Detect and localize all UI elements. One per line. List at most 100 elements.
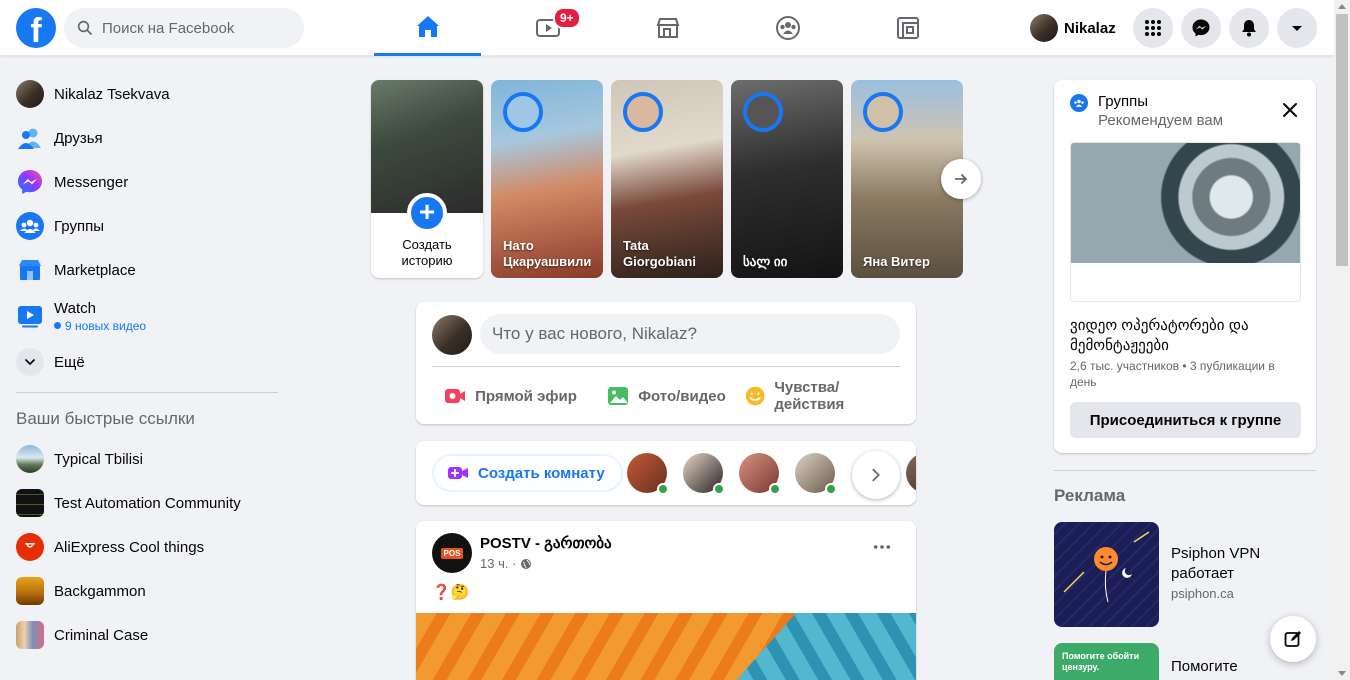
messenger-button[interactable]	[1181, 8, 1221, 48]
notifications-button[interactable]	[1229, 8, 1269, 48]
profile-chip[interactable]: Nikalaz	[1024, 8, 1122, 48]
shortcut-typical-tbilisi[interactable]: Typical Tbilisi	[8, 437, 288, 481]
group-cover-image[interactable]	[1070, 142, 1301, 302]
post-options-button[interactable]	[864, 537, 900, 557]
photo-icon	[608, 387, 629, 405]
feeling-activity-button[interactable]: Чувства/действия	[744, 376, 900, 416]
group-name[interactable]: ვიდეო ოპერატორები და მემონტაჟეები	[1070, 316, 1300, 356]
shortcut-label: AliExpress Cool things	[54, 538, 205, 556]
sidebar-item-friends[interactable]: Друзья	[8, 116, 288, 160]
sidebar-item-groups[interactable]: Группы	[8, 204, 288, 248]
close-icon[interactable]	[1280, 100, 1300, 120]
psiphon-art	[1063, 531, 1150, 603]
scroll-up-arrow[interactable]	[1338, 4, 1346, 9]
ad-domain: psiphon.ca	[1171, 586, 1234, 601]
story-card[interactable]: Нато Цкаруашвили	[491, 80, 603, 278]
sidebar-item-more[interactable]: Ещё	[8, 340, 288, 384]
online-status-dot	[825, 483, 837, 495]
tab-gaming[interactable]	[854, 0, 961, 56]
shortcut-image	[16, 489, 44, 517]
sidebar-item-watch[interactable]: Watch 9 новых видео	[8, 292, 288, 340]
avatar	[16, 80, 44, 108]
group-meta: 2,6 тыс. участников • 3 публикации в ден…	[1070, 359, 1275, 389]
watch-new-videos: 9 новых видео	[54, 319, 146, 333]
post-timestamp[interactable]: 13 ч. ·	[480, 556, 532, 571]
page-scrollbar[interactable]	[1334, 0, 1350, 680]
smiley-icon	[745, 386, 765, 406]
post-author[interactable]: POSTV - გართობა	[480, 534, 612, 552]
scrollbar-thumb[interactable]	[1336, 14, 1348, 266]
online-friend-avatar[interactable]	[683, 453, 725, 495]
search-icon	[77, 20, 92, 35]
sidebar-item-label: Ещё	[54, 353, 85, 371]
grid-menu-icon	[1145, 20, 1161, 36]
groups-icon	[775, 16, 800, 40]
create-story-label: Создать историю	[401, 237, 453, 268]
search-box[interactable]	[64, 8, 304, 48]
globe-icon	[521, 558, 532, 569]
watch-icon	[16, 302, 44, 330]
online-status-dot	[657, 483, 669, 495]
online-friend-avatar[interactable]	[795, 453, 837, 495]
sidebar-item-label: Watch	[54, 299, 96, 317]
sidebar-item-profile[interactable]: Nikalaz Tsekvava	[8, 72, 288, 116]
ad-title: Psiphon VPN работает	[1171, 545, 1261, 582]
composer-input[interactable]: Что у вас нового, Nikalaz?	[480, 314, 900, 354]
watch-new-videos-label: 9 новых видео	[65, 318, 147, 333]
ad-image-text: Помогите обойти цензуру.	[1062, 651, 1140, 672]
shortcut-criminal-case[interactable]: Criminal Case	[8, 613, 288, 657]
tab-groups[interactable]	[734, 0, 841, 56]
account-button[interactable]	[1277, 8, 1317, 48]
tab-home[interactable]	[374, 0, 481, 56]
ad-title: Помогите	[1171, 658, 1238, 675]
post-composer: Что у вас нового, Nikalaz? Прямой эфир Ф…	[416, 302, 916, 424]
rooms-bar: Создать комнату	[416, 441, 916, 505]
search-input[interactable]	[102, 19, 282, 37]
story-avatar	[863, 92, 903, 132]
story-card[interactable]: Tata Giorgobiani	[611, 80, 723, 278]
unread-dot	[54, 322, 61, 329]
shortcut-label: Typical Tbilisi	[54, 450, 143, 468]
live-video-button[interactable]: Прямой эфир	[432, 376, 588, 416]
shortcut-image	[16, 577, 44, 605]
create-room-button[interactable]: Создать комнату	[432, 454, 623, 492]
tab-watch[interactable]: 9+	[494, 0, 601, 56]
ad-item[interactable]: Psiphon VPN работает psiphon.ca	[1054, 522, 1316, 627]
post-image-blue-area	[716, 613, 916, 680]
scroll-down-arrow[interactable]	[1338, 671, 1346, 676]
tab-marketplace[interactable]	[614, 0, 721, 56]
messenger-icon	[1192, 19, 1210, 37]
sidebar-item-label: Marketplace	[54, 261, 136, 279]
bell-icon	[1242, 20, 1256, 37]
create-story-card[interactable]: + Создать историю	[371, 80, 483, 278]
online-status-dot	[713, 483, 725, 495]
sidebar-item-label: Группы	[54, 217, 104, 235]
shortcut-backgammon[interactable]: Backgammon	[8, 569, 288, 613]
menu-button[interactable]	[1133, 8, 1173, 48]
post-image[interactable]	[416, 613, 916, 680]
home-icon	[416, 15, 439, 37]
main-nav-tabs: 9+	[374, 0, 974, 56]
suggested-groups-card: Группы Рекомендуем вам ვიდეო ოპერატორები…	[1054, 80, 1316, 453]
facebook-logo[interactable]: f	[16, 8, 56, 48]
watch-badge: 9+	[553, 7, 581, 29]
shortcuts-title: Ваши быстрые ссылки	[16, 409, 195, 428]
sidebar-item-marketplace[interactable]: Marketplace	[8, 248, 288, 292]
shortcut-aliexpress[interactable]: AliExpress Cool things	[8, 525, 288, 569]
groups-card-title: Группы	[1098, 93, 1148, 110]
marketplace-icon	[16, 256, 44, 284]
page-logo[interactable]: POS	[432, 533, 472, 573]
stories-next-button[interactable]	[941, 159, 981, 199]
online-friend-avatar[interactable]	[906, 453, 916, 493]
story-card[interactable]: სალ იი	[731, 80, 843, 278]
online-friend-avatar[interactable]	[739, 453, 781, 495]
shortcut-test-automation[interactable]: Test Automation Community	[8, 481, 288, 525]
photo-video-button[interactable]: Фото/видео	[588, 376, 744, 416]
join-group-button[interactable]: Присоединиться к группе	[1070, 402, 1301, 438]
new-message-button[interactable]	[1270, 616, 1316, 662]
sidebar-item-messenger[interactable]: Messenger	[8, 160, 288, 204]
online-friend-avatar[interactable]	[627, 453, 669, 495]
more-horizontal-icon	[873, 545, 891, 549]
marketplace-icon	[656, 18, 679, 38]
rooms-next-button[interactable]	[852, 451, 900, 499]
